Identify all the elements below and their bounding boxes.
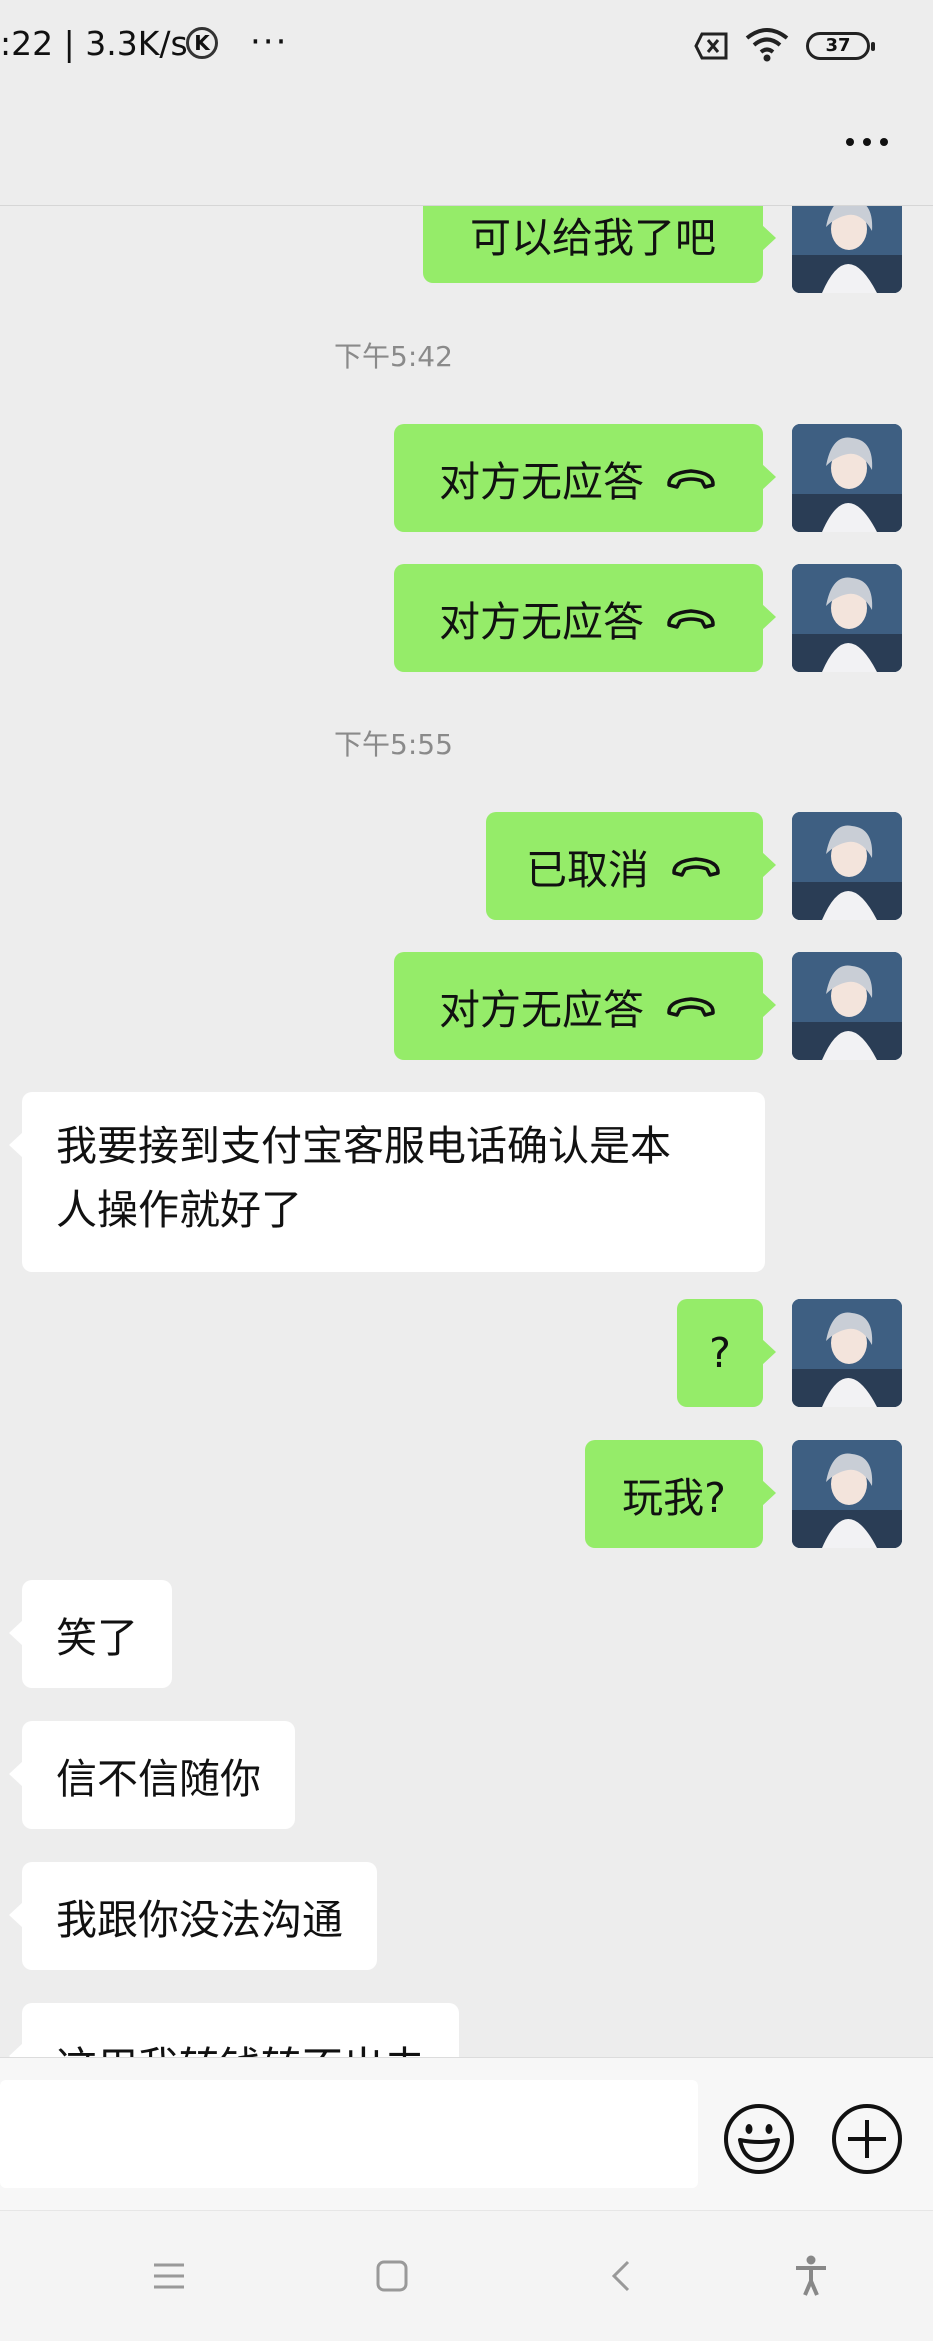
incoming-message-bubble[interactable]: 我要接到支付宝客服电话确认是本 人操作就好了 bbox=[9, 1092, 765, 1272]
wifi-icon bbox=[745, 28, 789, 62]
back-chevron-icon[interactable] bbox=[606, 2259, 640, 2293]
timestamp: 下午5:42 bbox=[334, 340, 453, 373]
outgoing-message-bubble[interactable]: ? bbox=[677, 1299, 776, 1407]
avatar[interactable] bbox=[792, 424, 902, 532]
message-text-line: 我要接到支付宝客服电话确认是本 bbox=[56, 1122, 671, 1170]
avatar[interactable] bbox=[792, 205, 902, 293]
phone-hangup-icon bbox=[667, 997, 715, 1017]
incoming-message-bubble[interactable]: 笑了 bbox=[9, 1580, 172, 1688]
battery-icon: 37 bbox=[806, 32, 875, 60]
menu-icon[interactable] bbox=[152, 2259, 186, 2293]
avatar[interactable] bbox=[792, 1440, 902, 1548]
message-text: 笑了 bbox=[56, 1614, 138, 1662]
home-square-icon[interactable] bbox=[375, 2259, 409, 2293]
message-text: 这用我转钱转不出去 bbox=[56, 2033, 425, 2057]
emoji-smile-icon[interactable] bbox=[722, 2102, 796, 2176]
avatar[interactable] bbox=[792, 812, 902, 920]
message-text: 对方无应答 bbox=[439, 986, 644, 1034]
call-status-bubble[interactable]: 对方无应答 bbox=[394, 952, 776, 1060]
chat-title-bar bbox=[0, 95, 933, 206]
k-badge-icon: K bbox=[186, 27, 218, 59]
message-text: 信不信随你 bbox=[56, 1755, 261, 1803]
status-more-dots: ··· bbox=[250, 22, 289, 62]
no-sim-icon bbox=[694, 32, 728, 60]
message-text: 对方无应答 bbox=[439, 458, 644, 506]
message-text: 可以给我了吧 bbox=[470, 214, 716, 262]
call-status-bubble[interactable]: 对方无应答 bbox=[394, 424, 776, 532]
message-text: ? bbox=[709, 1329, 731, 1377]
avatar[interactable] bbox=[792, 1299, 902, 1407]
incoming-message-bubble[interactable]: 这用我转钱转不出去 bbox=[9, 2003, 459, 2057]
phone-hangup-icon bbox=[667, 469, 715, 489]
chat-message-list[interactable]: 可以给我了吧 下午5:42 对方无应答 对方无应答 下午5:55 已取消 对方无… bbox=[0, 205, 933, 2057]
call-status-bubble[interactable]: 对方无应答 bbox=[394, 564, 776, 672]
plus-circle-icon[interactable] bbox=[830, 2102, 904, 2176]
outgoing-message-bubble[interactable]: 可以给我了吧 bbox=[423, 205, 776, 283]
incoming-message-bubble[interactable]: 我跟你没法沟通 bbox=[9, 1862, 377, 1970]
message-text: 已取消 bbox=[526, 846, 649, 894]
avatar[interactable] bbox=[792, 952, 902, 1060]
message-input[interactable] bbox=[0, 2080, 698, 2188]
message-text: 玩我? bbox=[622, 1474, 726, 1522]
outgoing-message-bubble[interactable]: 玩我? bbox=[585, 1440, 776, 1548]
message-text: 对方无应答 bbox=[439, 598, 644, 646]
more-options-icon[interactable] bbox=[837, 131, 888, 150]
status-bar: :22 | 3.3K/s K ··· 37 bbox=[0, 0, 933, 95]
system-nav-bar bbox=[0, 2210, 933, 2341]
phone-hangup-icon bbox=[672, 857, 720, 877]
call-status-bubble[interactable]: 已取消 bbox=[486, 812, 776, 920]
message-input-bar bbox=[0, 2057, 933, 2211]
incoming-message-bubble[interactable]: 信不信随你 bbox=[9, 1721, 295, 1829]
message-text-line: 人操作就好了 bbox=[56, 1186, 302, 1234]
accessibility-icon[interactable] bbox=[793, 2255, 829, 2297]
status-time-speed: :22 | 3.3K/s bbox=[0, 24, 188, 63]
avatar[interactable] bbox=[792, 564, 902, 672]
message-text: 我跟你没法沟通 bbox=[56, 1896, 343, 1944]
timestamp: 下午5:55 bbox=[334, 728, 453, 761]
phone-hangup-icon bbox=[667, 609, 715, 629]
